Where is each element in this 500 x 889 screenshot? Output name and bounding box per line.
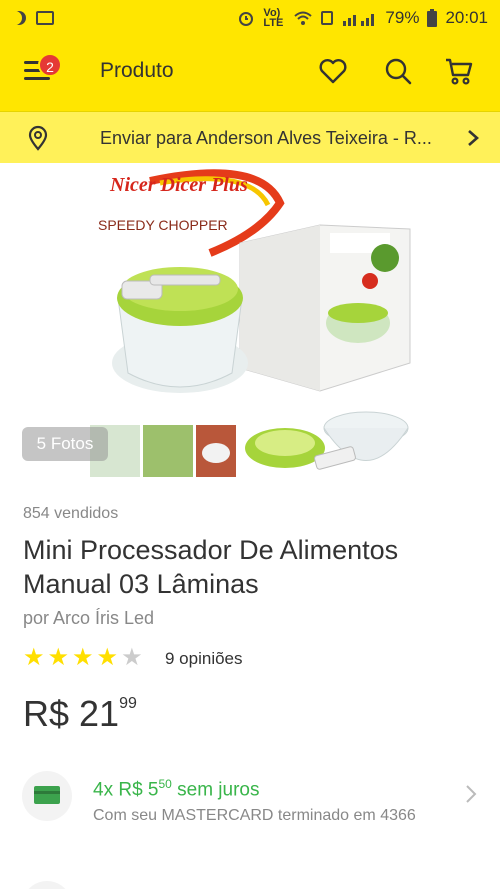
notification-icon [36,10,54,25]
alarm-icon [239,11,254,26]
brand-tagline: SPEEDY CHOPPER [98,217,228,233]
star-filled-icon: ★ [96,644,119,671]
price: R$ 2199 [23,693,137,735]
sim-icon [321,10,334,25]
app-bar: 2 Produto [0,35,500,111]
chevron-right-icon [468,130,479,146]
rating-stars[interactable]: ★ ★ ★ ★ ★ [23,646,143,670]
installments-prefix: 4x R$ 5 [93,779,159,801]
battery-icon [427,8,438,27]
battery-percent: 79% [385,7,420,27]
shipping-address-text: Enviar para Anderson Alves Teixeira - R.… [100,128,432,148]
clock: 20:01 [445,7,488,27]
star-empty-icon: ★ [121,644,143,671]
next-row-icon-circle [22,881,72,889]
star-filled-icon: ★ [47,644,70,671]
credit-card-icon [34,786,60,804]
product-image-gallery[interactable]: Nicer Dicer Plus SPEEDY CHOPPER 5 Fotos [0,163,500,483]
brand-logo-text: Nicer Dicer Plus [109,174,248,196]
page-title: Produto [100,59,174,82]
wifi-icon [294,11,313,25]
seller-name[interactable]: por Arco Íris Led [23,608,154,629]
reviews-count[interactable]: 9 opiniões [165,649,243,669]
shipping-address-bar[interactable]: Enviar para Anderson Alves Teixeira - R.… [0,111,500,163]
status-bar: Vo) LTE 79% 20:01 [0,0,500,35]
installments-text: 4x R$ 550 sem juros [93,777,259,801]
sold-count: 854 vendidos [23,505,119,522]
signal-icon [343,13,375,26]
product-info-panel: 854 vendidos Mini Processador De Aliment… [0,483,500,889]
product-title: Mini Processador De Alimentos Manual 03 … [23,535,399,599]
price-main: R$ 21 [23,693,120,734]
cart-icon[interactable] [443,55,475,87]
installments-detail: Com seu MASTERCARD terminado em 4366 [93,807,416,824]
installments-suffix: sem juros [171,779,260,801]
card-icon-circle [22,771,72,821]
photos-count-badge[interactable]: 5 Fotos [22,427,108,461]
installments-row[interactable]: 4x R$ 550 sem juros Com seu MASTERCARD t… [0,755,500,865]
notification-badge: 2 [38,53,62,77]
moon-icon [12,11,26,25]
search-icon[interactable] [382,55,414,87]
star-filled-icon: ★ [72,644,94,671]
chevron-right-icon [466,785,477,803]
star-filled-icon: ★ [23,644,45,671]
location-pin-icon [28,125,48,151]
heart-icon[interactable] [317,55,349,87]
price-cents: 99 [119,695,137,712]
volte-label: Vo) LTE [263,6,284,29]
installments-cents: 50 [158,777,172,791]
